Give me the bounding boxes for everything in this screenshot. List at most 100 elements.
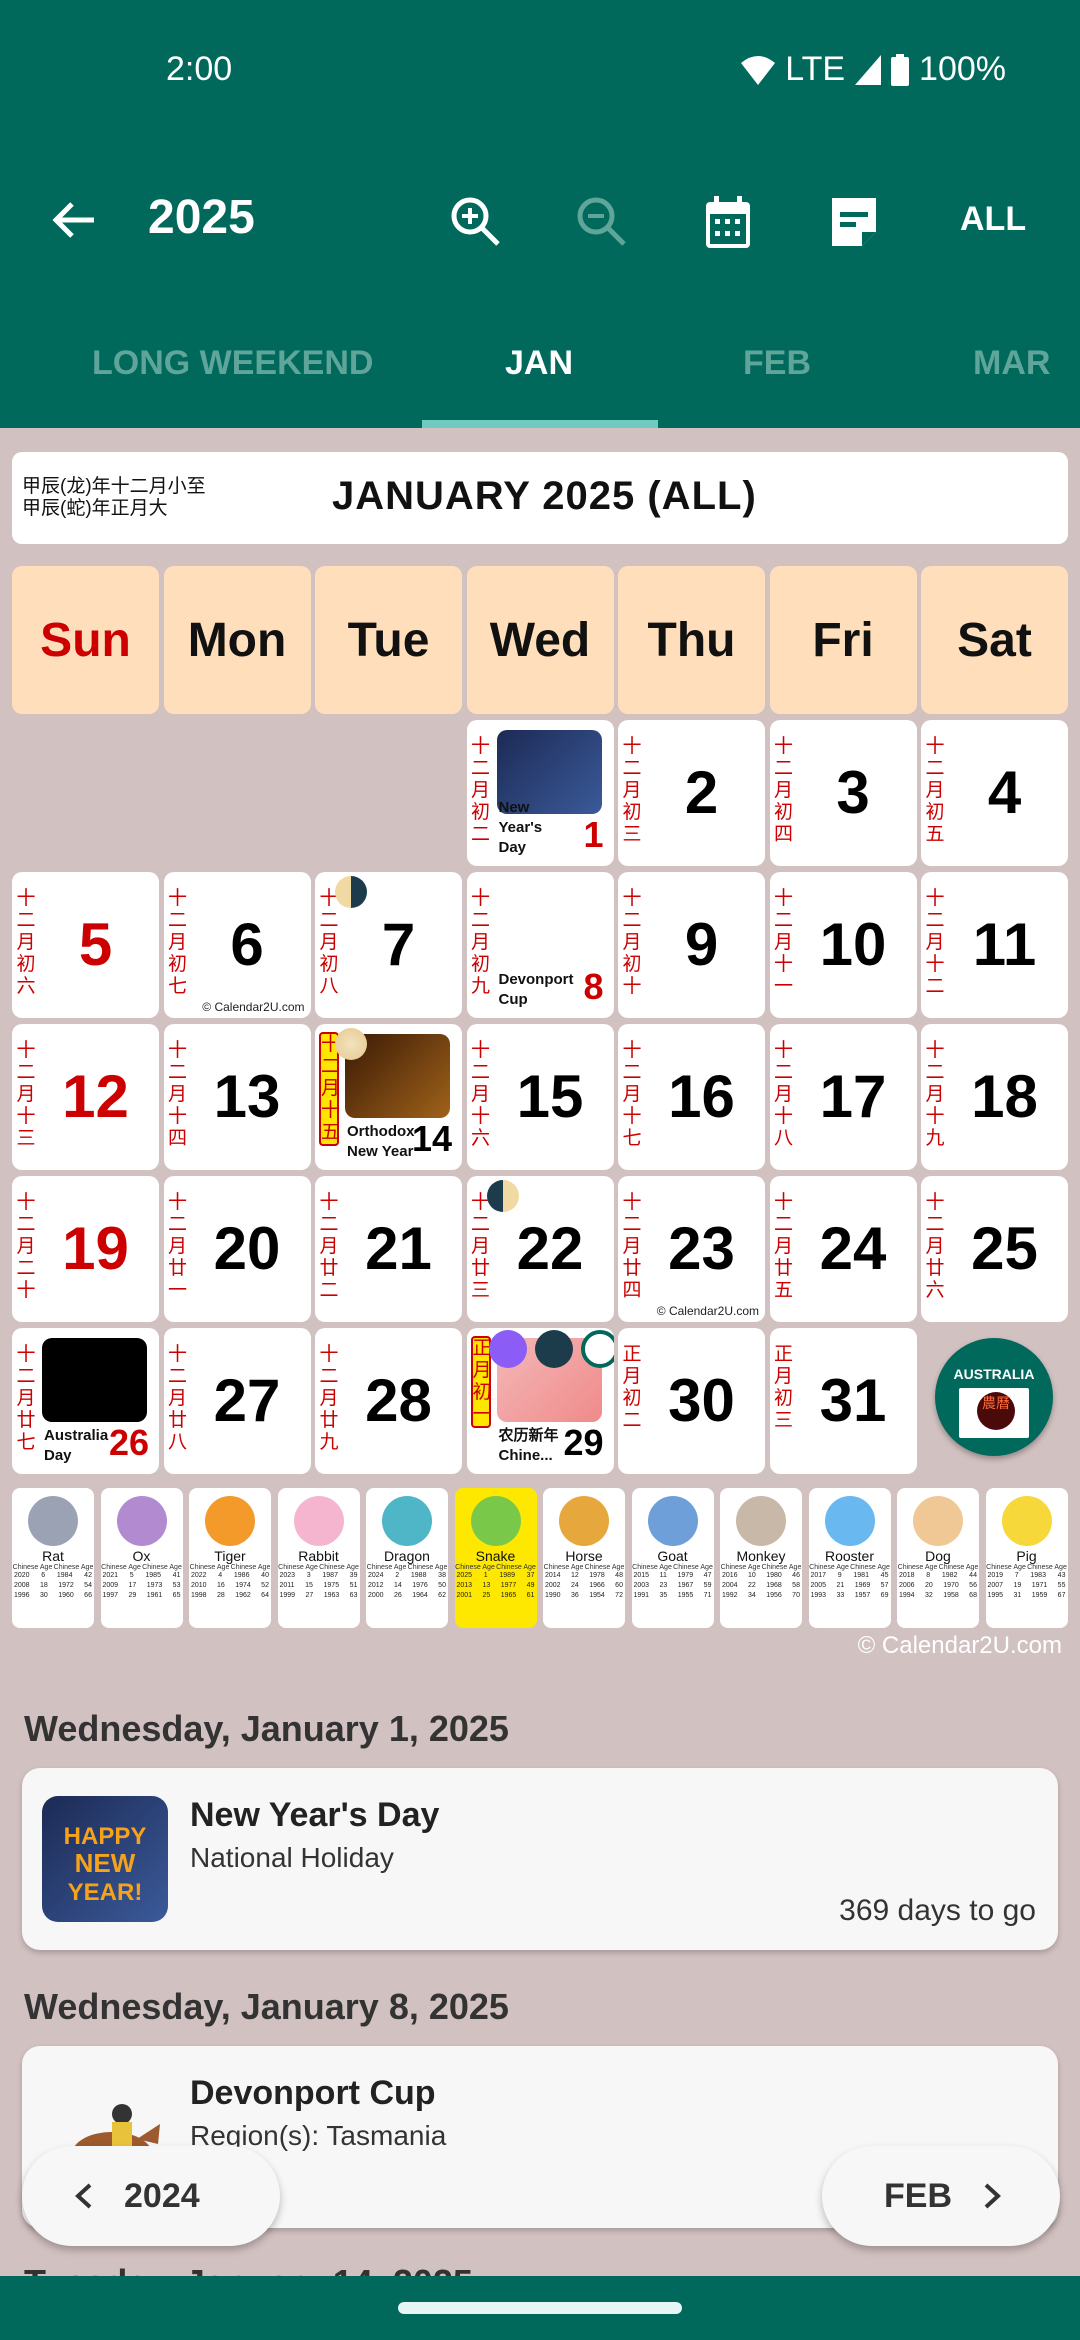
day-cell[interactable]: 十二月初四3: [769, 720, 917, 866]
filter-all-button[interactable]: ALL: [960, 200, 1026, 239]
zoom-in-icon[interactable]: [448, 194, 504, 250]
tab-jan[interactable]: JAN: [505, 344, 573, 383]
day-cell[interactable]: 十二月十五 14 Orthodox New Year: [315, 1024, 462, 1170]
zodiac-value: 1972: [58, 1582, 74, 1589]
day-cell[interactable]: 十二月十二 11: [921, 872, 1068, 1018]
day-cell[interactable]: 十二月初三2: [618, 720, 765, 866]
day-cell[interactable]: 十二月初十9: [618, 872, 765, 1018]
zodiac-value: 1965: [500, 1592, 517, 1599]
day-cell[interactable]: 十二月廿九 28: [315, 1328, 462, 1474]
calendar-icon[interactable]: [700, 194, 756, 250]
tab-mar[interactable]: MAR: [973, 344, 1050, 383]
lunar-char: 十: [470, 888, 490, 909]
zodiac-value: 7: [1014, 1572, 1019, 1579]
zodiac-row: 1994 32 1958 68: [899, 1591, 977, 1601]
lunar-char: 十: [925, 1192, 945, 1213]
zodiac-value: 2001: [456, 1592, 473, 1599]
lunar-char: 十: [773, 1192, 793, 1213]
day-number: 4: [987, 759, 1022, 826]
zodiac-value: 3: [306, 1572, 311, 1579]
lunar-char: 月: [470, 780, 490, 801]
zodiac-row: 2011 15 1975 51: [280, 1581, 358, 1591]
day-cell[interactable]: 十二月十四 13: [163, 1024, 311, 1170]
lunar-char: 七: [167, 976, 187, 997]
tab-feb[interactable]: FEB: [743, 344, 811, 383]
zodiac-value: 1981: [853, 1572, 869, 1579]
zodiac-value: 1956: [766, 1592, 782, 1599]
zodiac-value: 59: [703, 1582, 712, 1589]
lunar-char: 正: [472, 1338, 492, 1359]
lunar-char: 八: [167, 1432, 187, 1453]
zodiac-value: 1970: [943, 1582, 959, 1589]
zodiac-name: Dog: [925, 1548, 951, 1564]
zoom-out-icon[interactable]: [574, 194, 630, 250]
day-cell[interactable]: 十二月廿三 22: [466, 1176, 614, 1322]
lunar-char: 一: [167, 1280, 187, 1301]
day-cell[interactable]: 十二月十一 10: [769, 872, 917, 1018]
zodiac-value: 2019: [987, 1572, 1004, 1579]
day-cell[interactable]: 十二月初六5: [12, 872, 159, 1018]
wifi-icon: [741, 55, 776, 85]
zodiac-rows: 2022 4 1986 40 2010 16 1974 52 1998 28 1962 64: [189, 1571, 271, 1601]
zodiac-value: 1991: [633, 1592, 650, 1599]
zodiac-value: 1992: [722, 1592, 738, 1599]
australia-lunar-calendar-button[interactable]: AUSTRALIA 農曆: [935, 1338, 1053, 1456]
day-cell[interactable]: 十二月十三 12: [12, 1024, 159, 1170]
day-cell[interactable]: 十二月廿六 25: [921, 1176, 1068, 1322]
back-arrow-icon[interactable]: [48, 194, 100, 246]
day-number: 31: [819, 1367, 887, 1434]
day-cell[interactable]: 十二月廿二 21: [315, 1176, 462, 1322]
zodiac-row: 2010 16 1974 52: [191, 1581, 269, 1591]
lunar-char: 十: [16, 1280, 36, 1301]
lunar-char: 四: [167, 1128, 187, 1149]
pig-icon: [1001, 1496, 1052, 1546]
day-cell[interactable]: 十二月廿七 26 Australia Day: [12, 1328, 159, 1474]
day-cell[interactable]: 十二月十九 18: [921, 1024, 1068, 1170]
header-label: Chinese Age: [673, 1564, 713, 1571]
zodiac-value: 1960: [58, 1592, 74, 1599]
prev-year-button[interactable]: 2024: [22, 2146, 280, 2246]
zodiac-card: Pig Chinese Age Chinese Age 2019 7 1983 43 2007…: [985, 1488, 1068, 1628]
zodiac-header: Chinese Age Chinese Age: [632, 1564, 714, 1571]
weekday-header: Mon: [163, 566, 311, 714]
day-cell[interactable]: 十二月十八 17: [769, 1024, 917, 1170]
event-card[interactable]: HAPPY NEW YEAR! New Year's Day National Ho…: [22, 1768, 1058, 1950]
day-number: 16: [668, 1063, 735, 1130]
lunar-char: 十: [167, 1344, 187, 1365]
svg-text:NEW: NEW: [75, 1848, 136, 1878]
zodiac-value: 1985: [145, 1572, 161, 1579]
day-number: 12: [62, 1063, 129, 1130]
lunar-char: 正: [622, 1344, 642, 1365]
home-handle[interactable]: [398, 2302, 682, 2314]
day-cell[interactable]: 十二月廿一 20: [163, 1176, 311, 1322]
day-cell[interactable]: 十二月初九 8 Devonport Cup: [466, 872, 614, 1018]
day-cell[interactable]: 十二月十六 15: [466, 1024, 614, 1170]
day-cell[interactable]: 正月初一 29 农历新年 Chine...: [466, 1328, 614, 1474]
zodiac-rows: 2015 11 1979 47 2003 23 1967 59 1991 35 1955 71: [632, 1571, 714, 1601]
zodiac-value: 1987: [322, 1572, 338, 1579]
zodiac-name: Rat: [42, 1548, 64, 1564]
zodiac-value: 2023: [279, 1572, 296, 1579]
zodiac-value: 2007: [987, 1582, 1004, 1589]
day-cell[interactable]: 十二月廿四 23 © Calendar2U.com: [618, 1176, 765, 1322]
day-cell[interactable]: 十二月廿八 27: [163, 1328, 311, 1474]
day-cell[interactable]: 十二月初八7: [315, 872, 462, 1018]
day-cell[interactable]: 十二月初五4: [921, 720, 1068, 866]
day-cell[interactable]: 十二月十七 16: [618, 1024, 765, 1170]
lunar-char: 月: [321, 1078, 341, 1099]
note-icon[interactable]: [826, 194, 882, 250]
next-month-button[interactable]: FEB: [822, 2146, 1060, 2246]
zodiac-value: 2: [395, 1572, 400, 1579]
zodiac-name: Horse: [565, 1548, 603, 1564]
tab-long-weekend[interactable]: LONG WEEKEND: [92, 344, 373, 383]
lunar-char: 十: [925, 736, 945, 757]
zodiac-value: 2002: [545, 1582, 561, 1589]
day-cell[interactable]: 十二月初二 1 New Year's Day: [466, 720, 614, 866]
zodiac-name: Dragon: [384, 1548, 430, 1564]
day-cell[interactable]: 十二月初七 6 © Calendar2U.com: [163, 872, 311, 1018]
day-cell[interactable]: 正月初二 30: [618, 1328, 765, 1474]
day-cell[interactable]: 十二月二十 19: [12, 1176, 159, 1322]
zodiac-value: 1976: [412, 1582, 428, 1589]
day-cell[interactable]: 十二月廿五 24: [769, 1176, 917, 1322]
day-cell[interactable]: 正月初三 31: [769, 1328, 917, 1474]
